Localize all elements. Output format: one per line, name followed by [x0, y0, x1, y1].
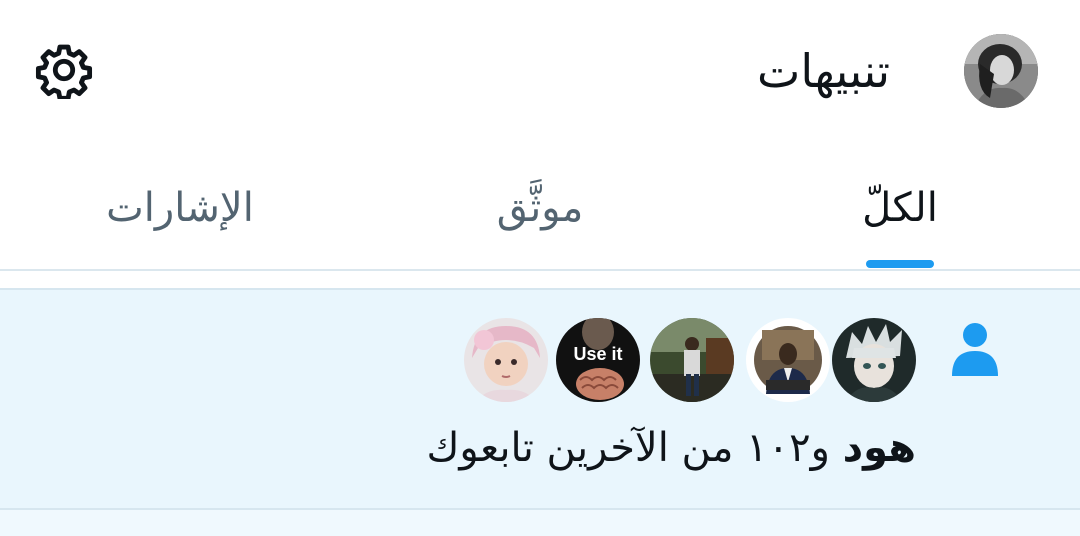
tab-all-label: الكلّ — [862, 185, 938, 231]
tab-verified-label: موثَّق — [496, 185, 584, 231]
man-in-suit-avatar[interactable] — [746, 318, 830, 402]
use-it-caption: Use it — [573, 344, 623, 364]
baby-avatar[interactable] — [464, 318, 548, 402]
gear-icon — [35, 44, 93, 99]
tab-verified[interactable]: موثَّق — [470, 178, 610, 270]
tab-all[interactable]: الكلّ — [840, 178, 960, 270]
follower-name[interactable]: هود — [843, 425, 916, 471]
notification-top-divider — [0, 288, 1080, 290]
profile-avatar[interactable] — [964, 34, 1038, 108]
notification-item[interactable]: Use it هود و١٠٢ من الآخرين تابعوك — [0, 288, 1080, 510]
anime-character-avatar[interactable] — [832, 318, 916, 402]
notification-tabs: الكلّ موثَّق الإشارات — [0, 160, 1080, 270]
follower-avatars: Use it — [464, 318, 924, 404]
top-app-bar: تنبيهات — [0, 0, 1080, 140]
settings-button[interactable] — [30, 36, 98, 104]
active-tab-indicator — [866, 260, 934, 268]
use-it-brain-avatar[interactable]: Use it — [556, 318, 640, 402]
tab-mentions[interactable]: الإشارات — [90, 178, 270, 270]
man-on-bench-avatar[interactable] — [650, 318, 734, 402]
tab-mentions-label: الإشارات — [106, 185, 254, 231]
notification-rest-text: و١٠٢ من الآخرين تابعوك — [426, 425, 830, 471]
page-title: تنبيهات — [757, 44, 890, 98]
notification-text: هود و١٠٢ من الآخرين تابعوك — [426, 422, 916, 474]
person-icon — [952, 323, 998, 376]
next-notification-edge — [0, 510, 1080, 536]
tabs-divider — [0, 269, 1080, 271]
